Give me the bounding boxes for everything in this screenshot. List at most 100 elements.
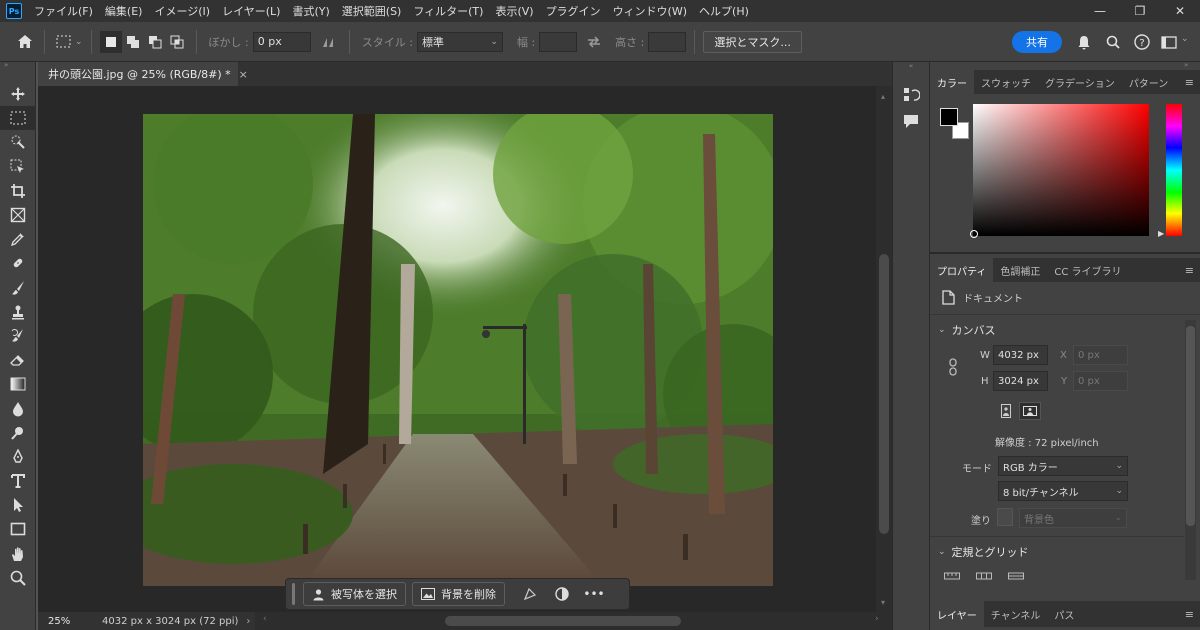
clone-stamp-tool-icon[interactable]: [0, 300, 36, 324]
tab-swatches[interactable]: スウォッチ: [974, 70, 1038, 94]
tab-patterns[interactable]: パターン: [1122, 70, 1176, 94]
add-selection-icon[interactable]: [122, 31, 144, 53]
search-icon[interactable]: [1102, 31, 1124, 53]
document-image[interactable]: [143, 114, 773, 586]
scroll-left-icon[interactable]: ‹: [263, 614, 267, 624]
type-tool-icon[interactable]: [0, 469, 36, 493]
bit-depth-select[interactable]: 8 bit/チャンネル ⌄: [998, 481, 1128, 501]
fill-color-swatch[interactable]: [997, 508, 1013, 526]
gradient-tool-icon[interactable]: [0, 372, 36, 396]
comments-icon[interactable]: [893, 108, 929, 134]
menu-view[interactable]: 表示(V): [489, 3, 539, 19]
close-tab-icon[interactable]: ×: [239, 68, 248, 81]
hue-slider-handle[interactable]: ▶: [1158, 229, 1164, 238]
guides-icon[interactable]: [1008, 570, 1024, 580]
history-brush-tool-icon[interactable]: [0, 324, 36, 348]
restore-button[interactable]: ❐: [1120, 0, 1160, 22]
document-tab[interactable]: 井の頭公園.jpg @ 25% (RGB/8#) * ×: [38, 62, 248, 86]
share-button[interactable]: 共有: [1012, 31, 1062, 53]
menu-filter[interactable]: フィルター(T): [407, 3, 489, 19]
canvas-x-input[interactable]: 0 px: [1073, 345, 1128, 365]
tab-properties[interactable]: プロパティ: [930, 258, 994, 282]
blur-tool-icon[interactable]: [0, 396, 36, 420]
tab-paths[interactable]: パス: [1047, 601, 1081, 627]
color-picker-handle[interactable]: [970, 230, 978, 238]
task-bar-drag-handle[interactable]: [292, 583, 295, 605]
menu-layer[interactable]: レイヤー(L): [216, 3, 286, 19]
eraser-tool-icon[interactable]: [0, 348, 36, 372]
more-options-icon[interactable]: •••: [581, 582, 607, 606]
scroll-up-icon[interactable]: ▴: [881, 92, 885, 101]
select-and-mask-button[interactable]: 選択とマスク...: [703, 30, 802, 53]
fill-select[interactable]: 背景色 ⌄: [1019, 508, 1127, 528]
help-icon[interactable]: ?: [1131, 31, 1153, 53]
eyedropper-tool-icon[interactable]: [0, 227, 36, 251]
close-window-button[interactable]: ✕: [1160, 0, 1200, 22]
rectangular-marquee-tool-icon[interactable]: [0, 106, 36, 131]
tab-color[interactable]: カラー: [930, 70, 974, 94]
ruler-icon[interactable]: [944, 570, 960, 580]
portrait-orientation-icon[interactable]: [997, 402, 1015, 420]
width-input[interactable]: [539, 31, 578, 52]
crop-tool-icon[interactable]: [0, 179, 36, 203]
properties-scroll-thumb[interactable]: [1186, 326, 1195, 526]
hue-slider[interactable]: [1166, 104, 1182, 236]
subtract-selection-icon[interactable]: [144, 31, 166, 53]
menu-help[interactable]: ヘルプ(H): [693, 3, 755, 19]
path-selection-tool-icon[interactable]: [0, 493, 36, 517]
grid-icon[interactable]: [976, 570, 992, 580]
healing-brush-tool-icon[interactable]: [0, 251, 36, 275]
select-subject-button[interactable]: 被写体を選択: [303, 582, 406, 606]
brush-tool-icon[interactable]: [0, 276, 36, 300]
scroll-right-icon[interactable]: ›: [875, 614, 879, 624]
horizontal-scrollbar[interactable]: ‹ ›: [255, 612, 892, 630]
canvas-height-input[interactable]: 3024 px: [993, 371, 1048, 391]
history-panel-icon[interactable]: [893, 82, 929, 108]
minimize-button[interactable]: —: [1080, 0, 1120, 22]
feather-input[interactable]: [252, 31, 311, 52]
panels-collapse-icon[interactable]: »: [1184, 61, 1188, 69]
bell-icon[interactable]: [1073, 31, 1095, 53]
properties-menu-icon[interactable]: ≡: [1185, 264, 1194, 277]
style-select[interactable]: 標準 ⌄: [416, 31, 503, 52]
properties-scrollbar[interactable]: [1185, 320, 1196, 580]
link-icon[interactable]: [948, 358, 958, 379]
rulers-grid-section-header[interactable]: ⌄ 定規とグリッド: [938, 544, 1029, 560]
menu-image[interactable]: イメージ(I): [148, 3, 216, 19]
layers-menu-icon[interactable]: ≡: [1185, 608, 1194, 621]
zoom-tool-icon[interactable]: [0, 566, 36, 590]
intersect-selection-icon[interactable]: [166, 31, 188, 53]
frame-tool-icon[interactable]: [0, 203, 36, 227]
workspace-icon[interactable]: [1158, 31, 1180, 53]
canvas-y-input[interactable]: 0 px: [1073, 371, 1128, 391]
status-chevron-right-icon[interactable]: ›: [246, 616, 250, 627]
panel-menu-icon[interactable]: ≡: [1185, 76, 1194, 89]
zoom-level[interactable]: 25%: [38, 616, 90, 627]
rectangle-tool-icon[interactable]: [0, 517, 36, 541]
workspace-chevron-down-icon[interactable]: ⌄: [1181, 34, 1189, 44]
color-mode-select[interactable]: RGB カラー ⌄: [998, 456, 1128, 476]
remove-background-button[interactable]: 背景を削除: [412, 582, 505, 606]
marquee-preset-icon[interactable]: [53, 31, 75, 53]
menu-window[interactable]: ウィンドウ(W): [607, 3, 693, 19]
scroll-down-icon[interactable]: ▾: [881, 598, 885, 607]
landscape-orientation-icon[interactable]: [1019, 402, 1041, 420]
canvas-width-input[interactable]: 4032 px: [993, 345, 1048, 365]
crop-transform-icon[interactable]: [517, 582, 543, 606]
height-input[interactable]: [648, 31, 687, 52]
menu-file[interactable]: ファイル(F): [28, 3, 99, 19]
tab-layers[interactable]: レイヤー: [930, 601, 984, 627]
color-field[interactable]: [973, 104, 1149, 236]
preset-chevron-down-icon[interactable]: ⌄: [75, 37, 83, 47]
object-selection-tool-icon[interactable]: [0, 130, 36, 154]
tab-cc-libraries[interactable]: CC ライブラリ: [1047, 258, 1128, 282]
object-select-tool-icon[interactable]: [0, 155, 36, 179]
dock-collapse-icon[interactable]: «: [893, 62, 929, 70]
canvas-section-header[interactable]: ⌄ カンバス: [938, 322, 996, 338]
tab-gradients[interactable]: グラデーション: [1038, 70, 1122, 94]
pen-tool-icon[interactable]: [0, 445, 36, 469]
move-tool-icon[interactable]: [0, 82, 36, 106]
menu-select[interactable]: 選択範囲(S): [336, 3, 408, 19]
swap-dimensions-icon[interactable]: [583, 31, 605, 53]
vertical-scroll-thumb[interactable]: [879, 254, 889, 534]
